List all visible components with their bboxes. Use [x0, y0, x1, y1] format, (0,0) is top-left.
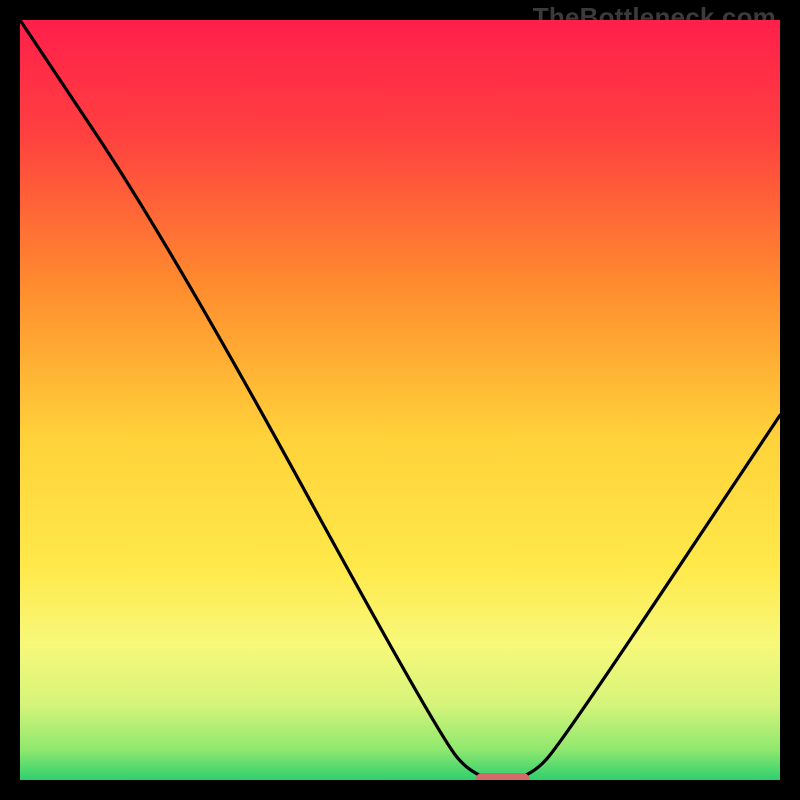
gradient-background: [20, 20, 780, 780]
chart-frame: [20, 20, 780, 780]
optimal-marker: [476, 773, 529, 780]
bottleneck-chart: [20, 20, 780, 780]
